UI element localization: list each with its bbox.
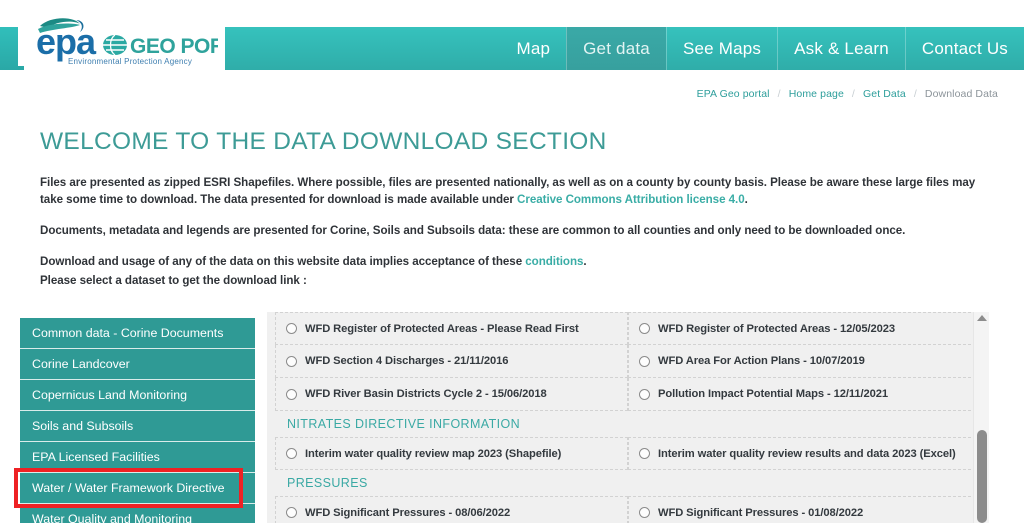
dataset-label: Interim water quality review results and… [658,448,956,460]
breadcrumb: EPA Geo portal / Home page / Get Data / … [697,88,998,100]
sidebar-item-corine-landcover[interactable]: Corine Landcover [20,349,255,380]
dataset-row[interactable]: WFD Register of Protected Areas - Please… [275,312,628,345]
intro-paragraph-1-text-b: . [745,193,748,206]
panel-scrollbar[interactable] [973,312,989,523]
dataset-label: WFD Area For Action Plans - 10/07/2019 [658,355,865,367]
dataset-label: WFD Register of Protected Areas - 12/05/… [658,323,895,335]
nav-item-see-maps[interactable]: See Maps [666,27,777,70]
dataset-row[interactable]: Pollution Impact Potential Maps - 12/11/… [628,378,981,411]
svg-text:GEO PORTAL: GEO PORTAL [130,35,218,58]
page-root: epa GEO PORTAL Environmental Protection … [0,0,1024,523]
radio-button-icon[interactable] [639,323,650,334]
sidebar-item-soils-and-subsoils[interactable]: Soils and Subsoils [20,411,255,442]
intro-paragraph-3-text-a: Download and usage of any of the data on… [40,255,525,268]
scroll-up-arrow-icon[interactable] [977,315,987,321]
dataset-row[interactable]: Interim water quality review map 2023 (S… [275,437,628,470]
nav-item-get-data[interactable]: Get data [566,27,666,70]
logo-svg: epa GEO PORTAL Environmental Protection … [18,8,218,66]
dataset-category-sidebar: Common data - Corine Documents Corine La… [20,318,255,523]
sidebar-item-water-water-framework-directive[interactable]: Water / Water Framework Directive [20,473,255,504]
dataset-row[interactable]: WFD Significant Pressures - 01/08/2022 [628,496,981,523]
dataset-row[interactable]: Interim water quality review results and… [628,437,981,470]
sidebar-item-epa-licensed-facilities[interactable]: EPA Licensed Facilities [20,442,255,473]
breadcrumb-item-epa-geo-portal[interactable]: EPA Geo portal [697,88,770,100]
dataset-label: Pollution Impact Potential Maps - 12/11/… [658,388,888,400]
breadcrumb-item-get-data[interactable]: Get Data [863,88,906,100]
radio-button-icon[interactable] [286,507,297,518]
dataset-row[interactable]: WFD River Basin Districts Cycle 2 - 15/0… [275,378,628,411]
section-heading-pressures: PRESSURES [275,470,981,496]
intro-paragraph-1-text-a: Files are presented as zipped ESRI Shape… [40,176,975,206]
breadcrumb-separator: / [852,88,855,100]
breadcrumb-separator: / [914,88,917,100]
main-navigation: Map Get data See Maps Ask & Learn Contac… [225,27,1024,70]
nav-item-ask-and-learn[interactable]: Ask & Learn [777,27,905,70]
radio-button-icon[interactable] [639,448,650,459]
intro-paragraph-4: Please select a dataset to get the downl… [40,272,980,289]
svg-text:Environmental Protection Agenc: Environmental Protection Agency [68,57,192,66]
dataset-label: WFD River Basin Districts Cycle 2 - 15/0… [305,388,547,400]
nav-item-contact-us[interactable]: Contact Us [905,27,1024,70]
section-heading-nitrates-directive-information: NITRATES DIRECTIVE INFORMATION [275,411,981,437]
conditions-link[interactable]: conditions [525,255,583,268]
intro-paragraph-1: Files are presented as zipped ESRI Shape… [40,174,980,208]
radio-button-icon[interactable] [639,389,650,400]
scrollbar-thumb[interactable] [977,430,987,523]
dataset-label: Interim water quality review map 2023 (S… [305,448,561,460]
dataset-label: WFD Significant Pressures - 01/08/2022 [658,507,863,519]
radio-button-icon[interactable] [286,323,297,334]
dataset-label: WFD Section 4 Discharges - 21/11/2016 [305,355,508,367]
dataset-list-panel: WFD Register of Protected Areas - Please… [267,312,989,523]
intro-paragraph-2: Documents, metadata and legends are pres… [40,222,980,239]
sidebar-item-water-quality-and-monitoring[interactable]: Water Quality and Monitoring [20,504,255,523]
dataset-label: WFD Significant Pressures - 08/06/2022 [305,507,510,519]
dataset-grid: WFD Register of Protected Areas - Please… [267,312,989,523]
site-header: epa GEO PORTAL Environmental Protection … [0,0,1024,72]
intro-paragraph-3-text-b: . [583,255,586,268]
radio-button-icon[interactable] [286,448,297,459]
dataset-row[interactable]: WFD Section 4 Discharges - 21/11/2016 [275,345,628,378]
sidebar-item-copernicus-land-monitoring[interactable]: Copernicus Land Monitoring [20,380,255,411]
dataset-row[interactable]: WFD Area For Action Plans - 10/07/2019 [628,345,981,378]
intro-section: WELCOME TO THE DATA DOWNLOAD SECTION Fil… [40,128,980,303]
intro-paragraph-3: Download and usage of any of the data on… [40,253,980,270]
dataset-row[interactable]: WFD Significant Pressures - 08/06/2022 [275,496,628,523]
nav-item-map[interactable]: Map [500,27,566,70]
creative-commons-license-link[interactable]: Creative Commons Attribution license 4.0 [517,193,745,206]
radio-button-icon[interactable] [286,389,297,400]
breadcrumb-item-home-page[interactable]: Home page [789,88,844,100]
dataset-label: WFD Register of Protected Areas - Please… [305,323,579,335]
epa-geo-portal-logo[interactable]: epa GEO PORTAL Environmental Protection … [18,6,223,66]
page-title: WELCOME TO THE DATA DOWNLOAD SECTION [40,128,980,156]
breadcrumb-item-download-data: Download Data [925,88,998,100]
sidebar-item-common-data-corine-documents[interactable]: Common data - Corine Documents [20,318,255,349]
radio-button-icon[interactable] [639,356,650,367]
dataset-selection-area: Common data - Corine Documents Corine La… [0,312,1024,523]
svg-text:epa: epa [36,21,97,62]
radio-button-icon[interactable] [286,356,297,367]
dataset-row[interactable]: WFD Register of Protected Areas - 12/05/… [628,312,981,345]
radio-button-icon[interactable] [639,507,650,518]
breadcrumb-separator: / [778,88,781,100]
